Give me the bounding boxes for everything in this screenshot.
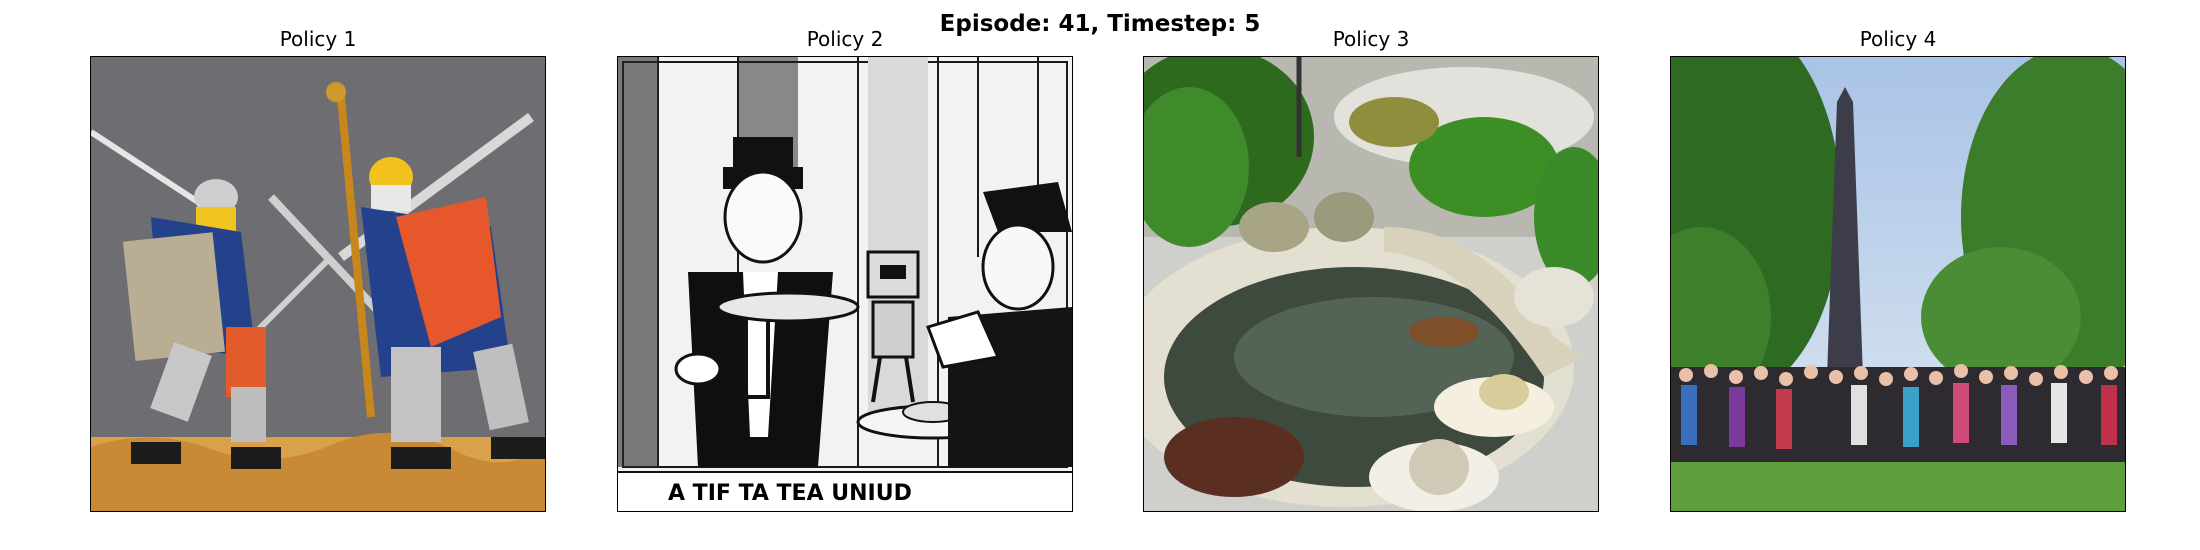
zen-garden-image	[1144, 57, 1598, 511]
panel-title-policy-2: Policy 2	[806, 27, 884, 51]
panel-title-policy-4: Policy 4	[1859, 27, 1937, 51]
panel-title-policy-1: Policy 1	[279, 27, 357, 51]
panel-image-policy-1	[90, 56, 546, 512]
panel-title-policy-3: Policy 3	[1332, 27, 1410, 51]
knights-fighting-image	[91, 57, 545, 511]
panel-image-policy-4	[1670, 56, 2126, 512]
obelisk-crowd-image	[1671, 57, 2125, 511]
panel-image-policy-2: A TIF TA TEA UNIUD	[617, 56, 1073, 512]
comic-illustration-image: A TIF TA TEA UNIUD	[618, 57, 1072, 511]
comic-caption-text: A TIF TA TEA UNIUD	[668, 481, 912, 506]
panel-image-policy-3	[1143, 56, 1599, 512]
